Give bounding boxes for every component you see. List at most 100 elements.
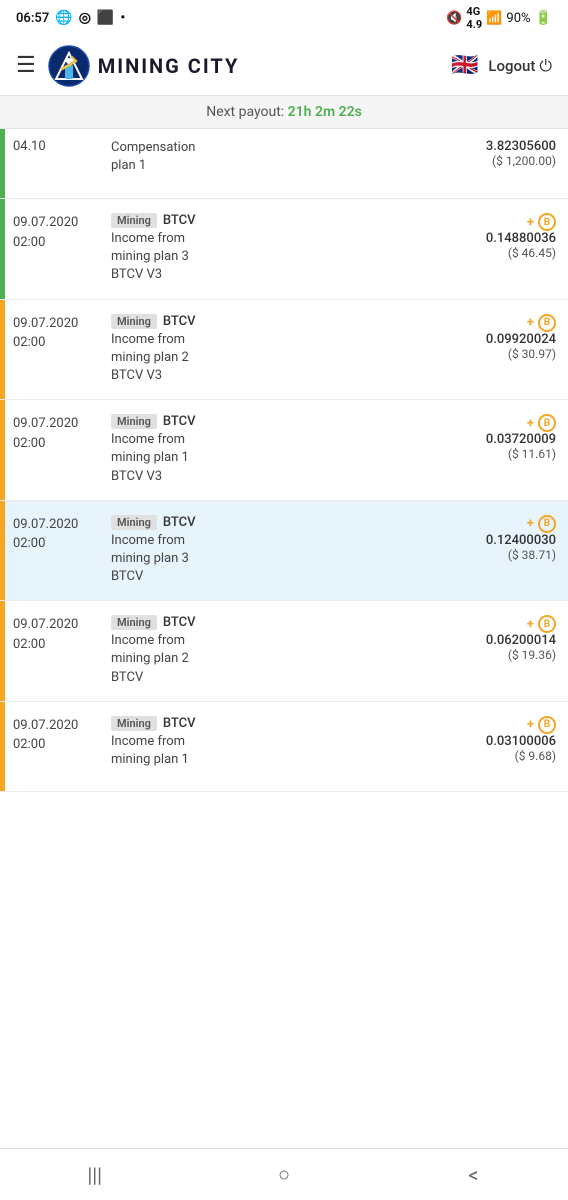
table-row: 09.07.2020 02:00 Mining BTCV Income from…	[0, 702, 568, 792]
amount-usd: ($ 46.45)	[446, 246, 556, 260]
row-tags: Mining BTCV	[111, 213, 438, 228]
signal-icon: 📶	[486, 11, 502, 26]
header-left: ☰ MINING CITY	[16, 45, 239, 87]
recent-apps-button[interactable]: |||	[65, 1155, 125, 1195]
tag-currency: BTCV	[163, 716, 196, 731]
btc-icon: B	[538, 213, 556, 231]
time-display: 06:57	[16, 11, 49, 26]
table-row: 04.10 Compensation plan 1 3.82305600 ($ …	[0, 129, 568, 199]
transaction-list: 04.10 Compensation plan 1 3.82305600 ($ …	[0, 129, 568, 792]
amount-value: 0.14880036	[446, 231, 556, 246]
row-content: 09.07.2020 02:00 Mining BTCV Income from…	[5, 199, 568, 299]
payout-prefix: Next payout:	[206, 104, 284, 120]
tag-mining: Mining	[111, 213, 157, 228]
row-content: 04.10 Compensation plan 1 3.82305600 ($ …	[5, 129, 568, 198]
btc-icon: B	[538, 314, 556, 332]
menu-button[interactable]: ☰	[16, 53, 36, 78]
back-icon: <	[468, 1163, 478, 1187]
row-date: 09.07.2020 02:00	[13, 716, 103, 755]
app-header: ☰ MINING CITY 🇬🇧 Logout ⏻	[0, 36, 568, 96]
payout-banner: Next payout: 21h 2m 22s	[0, 96, 568, 129]
tag-currency: BTCV	[163, 615, 196, 630]
tag-mining: Mining	[111, 314, 157, 329]
btc-icon: B	[538, 615, 556, 633]
amount-usd: ($ 38.71)	[446, 548, 556, 562]
status-right-icons: 🔇 4G4.9 📶 90% 🔋	[446, 5, 552, 31]
row-amount: + B 0.03100006 ($ 9.68)	[446, 716, 556, 763]
row-amount: 3.82305600 ($ 1,200.00)	[446, 139, 556, 168]
tag-mining: Mining	[111, 716, 157, 731]
status-time: 06:57 🌐 ◎ ⬛ •	[16, 10, 125, 26]
plus-sign: +	[527, 315, 534, 330]
row-tags: Mining BTCV	[111, 716, 438, 731]
tag-mining: Mining	[111, 515, 157, 530]
network-label: 4G4.9	[466, 5, 482, 31]
plus-sign: +	[527, 617, 534, 632]
table-row: 09.07.2020 02:00 Mining BTCV Income from…	[0, 601, 568, 702]
battery-percent: 90%	[506, 11, 530, 26]
tag-currency: BTCV	[163, 213, 196, 228]
row-tags: Mining BTCV	[111, 615, 438, 630]
amount-usd: ($ 30.97)	[446, 347, 556, 361]
table-row: 09.07.2020 02:00 Mining BTCV Income from…	[0, 400, 568, 501]
home-icon: ○	[278, 1162, 290, 1187]
table-row: 09.07.2020 02:00 Mining BTCV Income from…	[0, 501, 568, 602]
language-flag[interactable]: 🇬🇧	[451, 53, 478, 78]
amount-value: 0.09920024	[446, 332, 556, 347]
row-content: 09.07.2020 02:00 Mining BTCV Income from…	[5, 501, 568, 601]
status-bar: 06:57 🌐 ◎ ⬛ • 🔇 4G4.9 📶 90% 🔋	[0, 0, 568, 36]
row-date: 04.10	[13, 139, 103, 154]
row-description: Mining BTCV Income from mining plan 1	[111, 716, 438, 769]
row-date: 09.07.2020 02:00	[13, 314, 103, 353]
payout-time: 21h 2m 22s	[288, 104, 362, 120]
www-icon: 🌐	[55, 10, 72, 26]
bottom-navigation: ||| ○ <	[0, 1148, 568, 1200]
btc-icon: B	[538, 414, 556, 432]
row-date: 09.07.2020 02:00	[13, 615, 103, 654]
plus-sign: +	[527, 416, 534, 431]
logout-button[interactable]: Logout ⏻	[488, 56, 552, 76]
row-amount: + B 0.14880036 ($ 46.45)	[446, 213, 556, 260]
header-right: 🇬🇧 Logout ⏻	[451, 53, 552, 78]
row-amount: + B 0.09920024 ($ 30.97)	[446, 314, 556, 361]
recent-apps-icon: |||	[87, 1163, 102, 1187]
plus-sign: +	[527, 717, 534, 732]
row-description: Mining BTCV Income from mining plan 1 BT…	[111, 414, 438, 486]
btc-icon: B	[538, 716, 556, 734]
row-content: 09.07.2020 02:00 Mining BTCV Income from…	[5, 400, 568, 500]
row-amount: + B 0.12400030 ($ 38.71)	[446, 515, 556, 562]
amount-usd: ($ 9.68)	[446, 749, 556, 763]
table-row: 09.07.2020 02:00 Mining BTCV Income from…	[0, 300, 568, 401]
table-row: 09.07.2020 02:00 Mining BTCV Income from…	[0, 199, 568, 300]
amount-value: 0.06200014	[446, 633, 556, 648]
tag-mining: Mining	[111, 414, 157, 429]
row-content: 09.07.2020 02:00 Mining BTCV Income from…	[5, 300, 568, 400]
camera-icon: ⬛	[97, 10, 114, 26]
amount-value: 0.03100006	[446, 734, 556, 749]
location-icon: ◎	[79, 10, 91, 26]
btc-icon: B	[538, 515, 556, 533]
row-amount: + B 0.06200014 ($ 19.36)	[446, 615, 556, 662]
row-tags: Mining BTCV	[111, 515, 438, 530]
amount-value: 0.12400030	[446, 533, 556, 548]
row-date: 09.07.2020 02:00	[13, 213, 103, 252]
power-icon: ⏻	[539, 56, 552, 76]
tag-mining: Mining	[111, 615, 157, 630]
dot-indicator: •	[120, 10, 125, 26]
logout-label: Logout	[488, 57, 535, 75]
mute-icon: 🔇	[446, 11, 462, 26]
logo-container: MINING CITY	[48, 45, 240, 87]
row-amount: + B 0.03720009 ($ 11.61)	[446, 414, 556, 461]
tag-currency: BTCV	[163, 414, 196, 429]
row-description: Mining BTCV Income from mining plan 2 BT…	[111, 615, 438, 687]
back-button[interactable]: <	[443, 1155, 503, 1195]
row-tags: Mining BTCV	[111, 414, 438, 429]
plus-sign: +	[527, 516, 534, 531]
home-button[interactable]: ○	[254, 1155, 314, 1195]
row-tags: Mining BTCV	[111, 314, 438, 329]
battery-icon: 🔋	[535, 10, 552, 26]
amount-usd: ($ 11.61)	[446, 447, 556, 461]
plus-sign: +	[527, 215, 534, 230]
row-description: Mining BTCV Income from mining plan 2 BT…	[111, 314, 438, 386]
row-description: Mining BTCV Income from mining plan 3 BT…	[111, 515, 438, 587]
